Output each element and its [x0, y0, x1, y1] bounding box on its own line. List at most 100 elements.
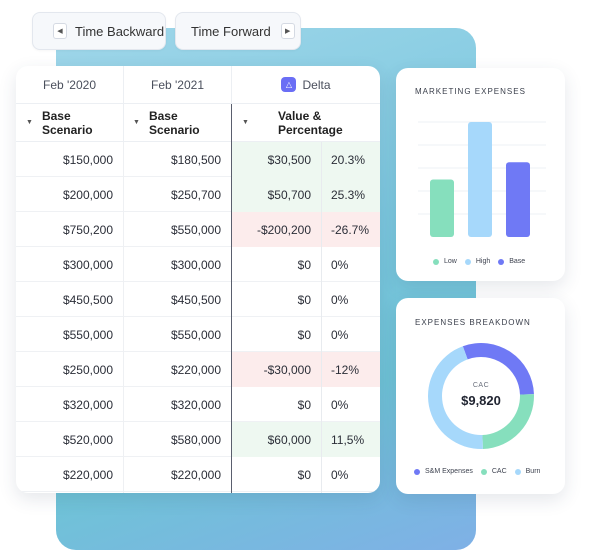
- value-cell: $250,000: [62, 362, 113, 377]
- marketing-bar-chart: [418, 121, 546, 238]
- period-header-row: Feb '2020 Feb '2021 △ Delta: [16, 66, 380, 104]
- delta-percent-cell: 11,5%: [331, 432, 365, 447]
- value-cell: $200,000: [62, 187, 113, 202]
- value-cell: $750,200: [62, 222, 113, 237]
- table-row: $550,000 $550,000 $0 0%: [16, 317, 380, 352]
- scenario-header-2[interactable]: ▼ Base Scenario: [133, 104, 230, 141]
- table-row: $300,000 $300,000 $0 0%: [16, 247, 380, 282]
- delta-value-cell: $0: [297, 257, 311, 272]
- table-row: $200,000 $250,700 $50,700 25.3%: [16, 177, 380, 212]
- bar-base[interactable]: [506, 162, 530, 237]
- legend-dot: [414, 468, 420, 475]
- chevron-left-icon: ◀: [53, 23, 67, 39]
- delta-value-cell: $0: [297, 292, 311, 307]
- value-cell: $250,700: [170, 187, 221, 202]
- expenses-breakdown-card: EXPENSES BREAKDOWN CAC $9,820 S&M Expens…: [396, 298, 565, 494]
- value-cell: $580,000: [170, 432, 221, 447]
- legend-dot: [514, 468, 521, 475]
- donut-center-value: $9,820: [461, 393, 501, 408]
- scenario-label: Base Scenario: [148, 108, 200, 137]
- legend-dot: [480, 468, 487, 475]
- delta-value-cell: -$200,200: [256, 222, 311, 237]
- delta-value-cell: -$30,000: [263, 362, 311, 377]
- value-cell: $320,000: [170, 397, 221, 412]
- delta-value-cell: $50,700: [267, 187, 311, 202]
- delta-subheader-label: Value & Percentage: [277, 108, 343, 137]
- column-divider: [321, 142, 322, 493]
- bar-low[interactable]: [430, 179, 454, 238]
- legend-dot: [433, 258, 439, 265]
- value-cell: $450,500: [170, 292, 221, 307]
- legend-label: High: [475, 258, 491, 265]
- chevron-right-icon: ▶: [280, 23, 295, 39]
- legend-label: CAC: [491, 468, 507, 475]
- table-row: $750,200 $550,000 -$200,200 -26.7%: [16, 212, 380, 247]
- delta-value-cell: $60,000: [267, 432, 311, 447]
- delta-subheader[interactable]: ▼ Value & Percentage: [242, 104, 380, 141]
- legend-item: Low: [433, 258, 457, 265]
- expenses-donut-chart: [428, 343, 534, 449]
- delta-percent-cell: -26.7%: [331, 222, 370, 237]
- table-row: $450,500 $450,500 $0 0%: [16, 282, 380, 317]
- caret-down-icon[interactable]: ▼: [133, 119, 140, 126]
- time-backward-label: Time Backward: [75, 23, 165, 39]
- value-cell: $180,500: [170, 152, 221, 167]
- value-cell: $150,000: [62, 152, 113, 167]
- delta-percent-cell: 20.3%: [331, 152, 366, 167]
- period-header: Feb '2020: [43, 77, 96, 92]
- caret-down-icon[interactable]: ▼: [242, 119, 249, 126]
- delta-percent-cell: 0%: [331, 397, 349, 412]
- delta-percent-cell: 25.3%: [331, 187, 366, 202]
- marketing-expenses-card: MARKETING EXPENSES Low High Base: [396, 68, 565, 281]
- bar-high[interactable]: [468, 122, 492, 237]
- value-cell: $550,000: [62, 327, 113, 342]
- donut-legend: S&M Expenses CAC Burn: [414, 468, 548, 475]
- time-forward-button[interactable]: Time Forward ▶: [175, 12, 301, 50]
- delta-value-cell: $30,500: [267, 152, 311, 167]
- delta-value-cell: $0: [297, 467, 311, 482]
- delta-divider: [231, 104, 232, 493]
- table-row: $220,000 $220,000 $0 0%: [16, 457, 380, 492]
- legend-item: High: [464, 258, 491, 265]
- legend-label: Low: [444, 258, 457, 265]
- value-cell: $550,000: [170, 327, 221, 342]
- legend-item: S&M Expenses: [414, 468, 473, 475]
- value-cell: $220,000: [170, 467, 221, 482]
- delta-percent-cell: 0%: [331, 467, 349, 482]
- value-cell: $220,000: [170, 362, 221, 377]
- delta-percent-cell: 0%: [331, 292, 349, 307]
- time-forward-label: Time Forward: [191, 23, 271, 39]
- legend-dot: [464, 258, 471, 265]
- delta-percent-cell: -12%: [331, 362, 360, 377]
- delta-percent-cell: 0%: [331, 327, 349, 342]
- caret-down-icon[interactable]: ▼: [26, 119, 33, 126]
- legend-label: S&M Expenses: [425, 468, 473, 475]
- value-cell: $300,000: [170, 257, 221, 272]
- period-header: Feb '2021: [151, 77, 204, 92]
- table-row: $520,000 $580,000 $60,000 11,5%: [16, 422, 380, 457]
- time-backward-button[interactable]: ◀ Time Backward: [32, 12, 166, 50]
- value-cell: $550,000: [170, 222, 221, 237]
- scenario-header-1[interactable]: ▼ Base Scenario: [26, 104, 123, 141]
- donut-center-label: CAC: [472, 382, 490, 389]
- value-cell: $520,000: [62, 432, 113, 447]
- value-cell: $320,000: [62, 397, 113, 412]
- delta-value-cell: $0: [297, 327, 311, 342]
- delta-value-cell: $0: [297, 397, 311, 412]
- column-divider: [123, 142, 124, 493]
- delta-percent-cell: 0%: [331, 257, 349, 272]
- bar-legend: Low High Base: [433, 258, 533, 265]
- legend-dot: [498, 258, 505, 265]
- legend-label: Burn: [525, 468, 541, 475]
- value-cell: $450,500: [62, 292, 113, 307]
- legend-item: Burn: [514, 468, 541, 475]
- table-row: $150,000 $180,500 $30,500 20.3%: [16, 142, 380, 177]
- delta-header: △ Delta: [232, 66, 380, 103]
- delta-header-label: Delta: [302, 77, 331, 92]
- scenario-header-row: ▼ Base Scenario ▼ Base Scenario ▼ Value …: [16, 104, 380, 142]
- value-cell: $300,000: [62, 257, 113, 272]
- legend-item: Base: [498, 258, 525, 265]
- legend-label: Base: [509, 258, 526, 265]
- comparison-table: Feb '2020 Feb '2021 △ Delta ▼ Base Scena…: [16, 66, 380, 493]
- table-row: $250,000 $220,000 -$30,000 -12%: [16, 352, 380, 387]
